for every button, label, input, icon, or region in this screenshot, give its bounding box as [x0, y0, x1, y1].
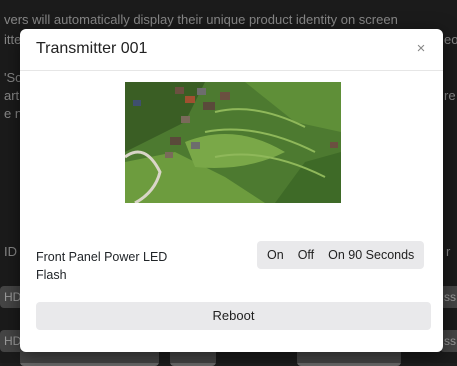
dialog-header: Transmitter 001 × — [20, 29, 443, 71]
transmitter-dialog: Transmitter 001 × Front Panel Power LED … — [20, 29, 443, 352]
close-button[interactable]: × — [411, 38, 431, 60]
terraced-village-image — [125, 82, 341, 203]
led-option-off[interactable]: Off — [291, 241, 321, 269]
power-led-flash-label: Front Panel Power LED Flash — [36, 250, 168, 282]
power-led-flash-options: On Off On 90 Seconds — [257, 241, 425, 269]
reboot-button[interactable]: Reboot — [36, 302, 431, 330]
led-option-on-90-seconds[interactable]: On 90 Seconds — [321, 241, 424, 269]
led-option-on[interactable]: On — [257, 241, 291, 269]
dialog-title: Transmitter 001 — [36, 40, 148, 57]
transmitter-preview-image — [125, 82, 341, 203]
